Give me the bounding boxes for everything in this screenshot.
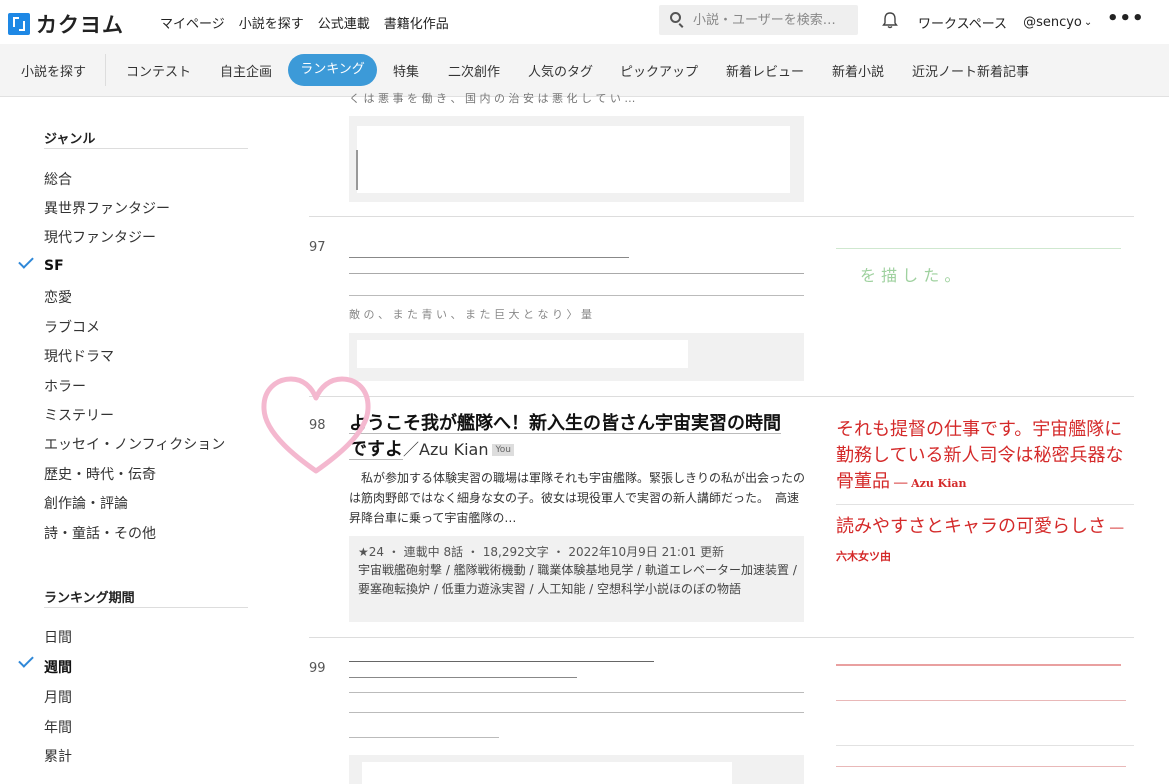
link-official-series[interactable]: 公式連載 [318, 13, 370, 32]
top-bar: カクヨム マイページ 小説を探す 公式連載 書籍化作品 ワークスペース @sen… [0, 0, 1169, 44]
period-item[interactable]: 累計 [44, 746, 72, 766]
review-item[interactable]: 読みやすさとキャラの可愛らしさ ── 六木女ツ由 [836, 514, 1128, 570]
redacted-edge [356, 150, 358, 190]
user-menu[interactable]: @sencyo ⌄ [1023, 15, 1092, 30]
redacted-block [357, 126, 790, 193]
reviewer-name[interactable]: ── Azu Kian [894, 477, 967, 490]
work-tags[interactable]: 宇宙戦艦砲射撃 / 艦隊戦術機動 / 職業体験基地見学 / 軌道エレベーター加速… [358, 561, 798, 599]
nav-popular-tags[interactable]: 人気のタグ [528, 61, 593, 80]
search-input[interactable] [693, 10, 853, 30]
review-text: それも提督の仕事です。宇宙艦隊に勤務している新人司令は秘密兵器な骨董品 [836, 419, 1124, 492]
logo-mark-icon [8, 13, 30, 35]
link-mypage[interactable]: マイページ [160, 13, 225, 32]
review-text: 読みやすさとキャラの可愛らしさ [836, 516, 1106, 537]
obscured-review-text: を 描 し た 。 [860, 266, 961, 285]
nav-self-project[interactable]: 自主企画 [220, 61, 272, 80]
genre-item[interactable]: 詩・童話・その他 [44, 523, 156, 543]
workspace-link[interactable]: ワークスペース [918, 13, 1007, 32]
entry-separator [309, 637, 1134, 638]
obscured-text-line [349, 295, 804, 296]
work-title: ようこそ我が艦隊へ！新入生の皆さん宇宙実習の時間ですよ／Azu Kian You [349, 411, 794, 463]
more-menu-icon[interactable]: ••• [1107, 8, 1145, 29]
obscured-review-line [836, 248, 1121, 249]
work-stats: ★24 ・ 連載中 8話 ・ 18,292文字 ・ 2022年10月9日 21:… [358, 545, 725, 559]
genre-item[interactable]: ラブコメ [44, 317, 100, 337]
nav-ranking[interactable]: ランキング [288, 54, 377, 86]
top-links: マイページ 小説を探す 公式連載 書籍化作品 [160, 13, 449, 32]
obscured-review-line [836, 700, 1126, 701]
heart-icon [261, 376, 371, 474]
rank-number: 99 [309, 661, 326, 676]
work-author[interactable]: ／Azu Kian [403, 440, 488, 459]
obscured-text-line [349, 712, 804, 713]
entry-separator [309, 396, 1134, 397]
site-logo[interactable]: カクヨム [8, 9, 124, 39]
genre-item[interactable]: 恋愛 [44, 287, 72, 307]
check-icon [18, 253, 34, 269]
period-divider [44, 607, 248, 608]
nav-new-reviews[interactable]: 新着レビュー [726, 61, 804, 80]
genre-item[interactable]: ホラー [44, 376, 86, 396]
review-item[interactable]: それも提督の仕事です。宇宙艦隊に勤務している新人司令は秘密兵器な骨董品 ── Az… [836, 417, 1128, 497]
period-item[interactable]: 日間 [44, 627, 72, 647]
genre-item[interactable]: エッセイ・ノンフィクション [44, 434, 225, 454]
redacted-block [357, 340, 688, 368]
obscured-text-line [349, 737, 499, 738]
nav-divider [105, 54, 106, 86]
nav-new-notes[interactable]: 近況ノート新着記事 [912, 61, 1029, 80]
review-divider [836, 745, 1134, 746]
genre-item[interactable]: 異世界ファンタジー [44, 198, 170, 218]
obscured-review-line [836, 766, 1126, 767]
period-item-weekly[interactable]: 週間 [44, 657, 72, 677]
obscured-title-line [349, 257, 629, 258]
genre-heading: ジャンル [44, 132, 96, 147]
redacted-block [362, 762, 732, 784]
genre-item[interactable]: 総合 [44, 169, 72, 189]
nav-feature[interactable]: 特集 [393, 61, 419, 80]
obscured-text-line [349, 692, 804, 693]
nav-pickup[interactable]: ピックアップ [620, 61, 698, 80]
genre-item[interactable]: 歴史・時代・伝奇 [44, 464, 156, 484]
rank-number: 97 [309, 240, 326, 255]
logo-text: カクヨム [36, 13, 124, 37]
entry-separator [309, 216, 1134, 217]
genre-item[interactable]: ミステリー [44, 405, 114, 425]
obscured-title-line [349, 677, 577, 678]
nav-new-novels[interactable]: 新着小説 [832, 61, 884, 80]
link-find-novels[interactable]: 小説を探す [239, 13, 304, 32]
genre-item[interactable]: 創作論・評論 [44, 493, 128, 513]
obscured-catch-text: 敵 の 、 ま た 青 い 、 ま た 巨 大 と な り 〉 量 [349, 308, 592, 321]
nav-contest[interactable]: コンテスト [126, 61, 191, 80]
review-divider [836, 504, 1134, 505]
nav-fan-fiction[interactable]: 二次創作 [448, 61, 500, 80]
partial-catch-text: く は 悪 事 を 働 き 、 国 内 の 治 安 は 悪 化 し て い … [349, 92, 636, 105]
search-box [659, 5, 858, 35]
obscured-review-line [836, 664, 1121, 666]
top-right: ワークスペース @sencyo ⌄ [918, 13, 1092, 32]
genre-divider [44, 148, 248, 149]
nav-find-novels[interactable]: 小説を探す [21, 61, 86, 80]
genre-item[interactable]: 現代ファンタジー [44, 227, 156, 247]
username: @sencyo [1023, 15, 1082, 30]
bell-icon[interactable] [882, 11, 898, 29]
link-published-works[interactable]: 書籍化作品 [384, 13, 449, 32]
genre-item-sf[interactable]: SF [44, 258, 64, 274]
chevron-down-icon: ⌄ [1083, 17, 1093, 28]
obscured-title-line [349, 661, 654, 662]
you-badge: You [492, 444, 514, 456]
search-icon[interactable] [670, 12, 681, 23]
period-item[interactable]: 月間 [44, 687, 72, 707]
check-icon [18, 652, 34, 668]
genre-item[interactable]: 現代ドラマ [44, 346, 114, 366]
period-heading: ランキング期間 [44, 591, 135, 606]
period-item[interactable]: 年間 [44, 717, 72, 737]
obscured-text-line [349, 273, 804, 274]
work-catchphrase: 私が参加する体験実習の職場は軍隊それも宇宙艦隊。緊張しきりの私が出会ったのは筋肉… [349, 471, 806, 525]
